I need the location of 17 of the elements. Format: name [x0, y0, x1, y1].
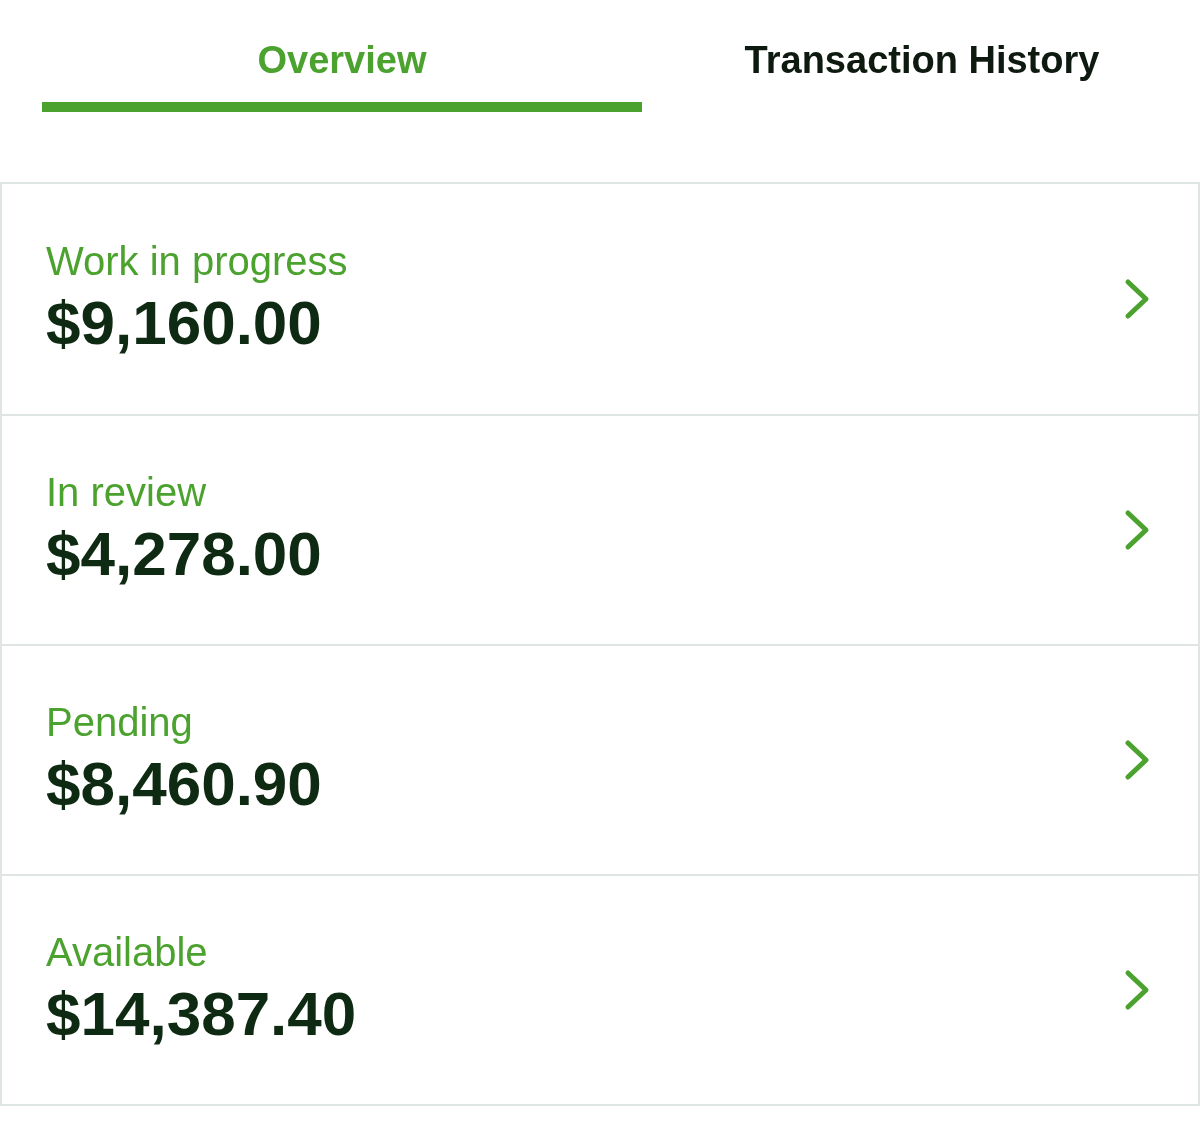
tab[interactable]: Transaction History: [702, 0, 1142, 112]
balance-amount: $14,387.40: [46, 978, 358, 1050]
balance-label: In review: [46, 469, 208, 516]
balance-label: Pending: [46, 699, 194, 746]
balance-amount: $8,460.90: [46, 748, 323, 820]
balance-row[interactable]: Pending $8,460.90: [2, 644, 1198, 874]
balance-label: Work in progress: [46, 238, 349, 285]
balance-amount: $9,160.00: [46, 287, 323, 359]
chevron-right-icon: [1124, 278, 1150, 320]
balance-row[interactable]: In review $4,278.00: [2, 414, 1198, 644]
chevron-right-icon: [1124, 739, 1150, 781]
balance-row[interactable]: Work in progress $9,160.00: [2, 184, 1198, 414]
balance-label: Available: [46, 929, 209, 976]
balance-amount: $4,278.00: [46, 518, 323, 590]
balance-row[interactable]: Available $14,387.40: [2, 874, 1198, 1104]
chevron-right-icon: [1124, 509, 1150, 551]
chevron-right-icon: [1124, 969, 1150, 1011]
